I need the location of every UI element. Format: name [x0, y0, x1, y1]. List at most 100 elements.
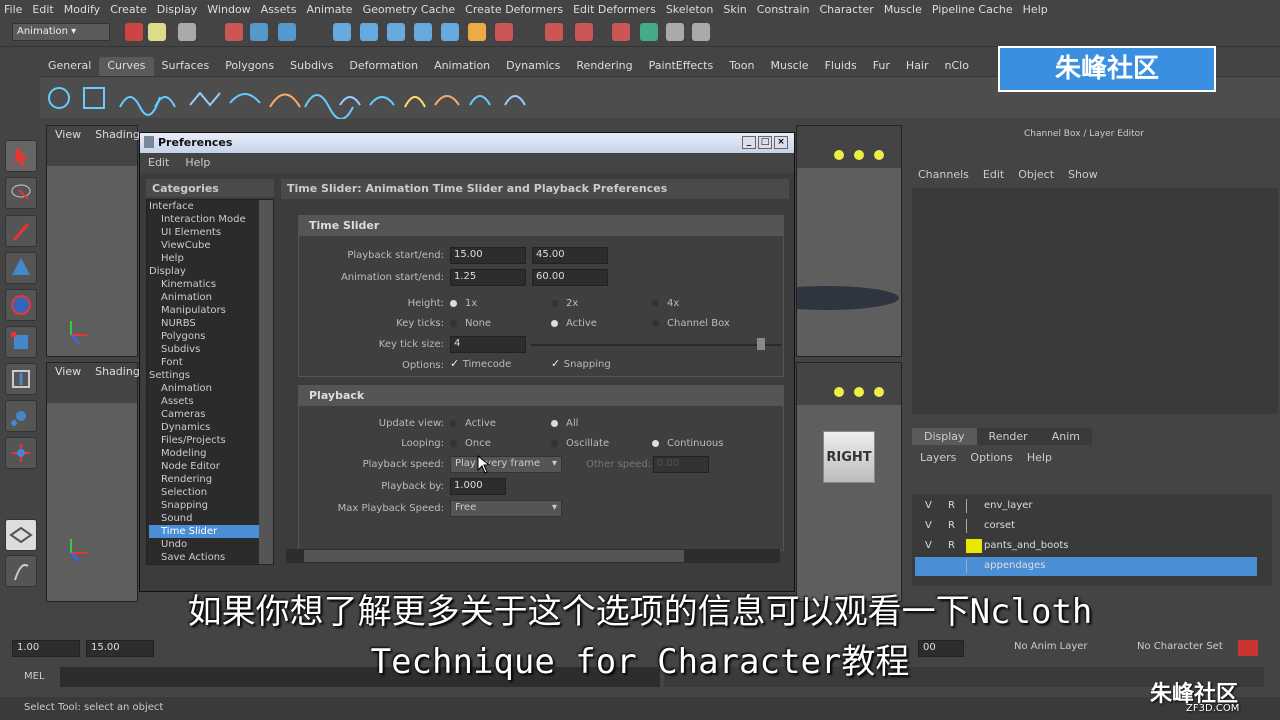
shelf-tab-muscle[interactable]: Muscle [762, 57, 816, 76]
ticksize-slider-handle[interactable] [757, 338, 765, 350]
time-slider-header[interactable]: Time Slider [299, 216, 783, 236]
pref-menu-edit[interactable]: Edit [148, 156, 169, 170]
category-font[interactable]: Font [149, 356, 259, 369]
radio-keyticks-active[interactable]: Active [551, 318, 597, 329]
viewport-bottom-right[interactable]: RIGHT [796, 362, 902, 602]
lasso-tool-icon[interactable] [5, 177, 37, 209]
minimize-button[interactable]: _ [742, 136, 756, 149]
animation-start-field[interactable]: 1.25 [450, 269, 526, 286]
layer-color-swatch[interactable] [966, 499, 982, 513]
ticksize-field[interactable]: 4 [450, 336, 526, 353]
status-tool-icon[interactable] [666, 23, 684, 41]
menu-display[interactable]: Display [157, 3, 198, 16]
curve-tools-icons[interactable] [40, 77, 560, 120]
menu-geometry-cache[interactable]: Geometry Cache [363, 3, 456, 16]
status-tool-icon[interactable] [545, 23, 563, 41]
maximize-button[interactable]: □ [758, 136, 772, 149]
status-tool-icon[interactable] [495, 23, 513, 41]
radio-keyticks-channel-box[interactable]: Channel Box [652, 318, 730, 329]
timecode-checkbox[interactable]: ✓ Timecode [450, 357, 511, 370]
menu-create[interactable]: Create [110, 3, 147, 16]
shelf-tab-hair[interactable]: Hair [898, 57, 937, 76]
category-manipulators[interactable]: Manipulators [149, 304, 259, 317]
category-subdivs[interactable]: Subdivs [149, 343, 259, 356]
radio-height-2x[interactable]: 2x [551, 298, 578, 309]
view-cube[interactable]: RIGHT [823, 431, 875, 483]
layer-row-pants-and-boots[interactable]: V Rpants_and_boots [915, 537, 1257, 556]
shelf-tab-curves[interactable]: Curves [99, 57, 154, 76]
menu-modify[interactable]: Modify [64, 3, 100, 16]
select-tool-icon[interactable] [5, 140, 37, 172]
menu-animate[interactable]: Animate [306, 3, 352, 16]
category-save-actions[interactable]: Save Actions [149, 551, 259, 564]
layer-visibility-toggle[interactable]: V [925, 520, 932, 531]
channel-menu-edit[interactable]: Edit [983, 168, 1004, 181]
shelf-tab-general[interactable]: General [40, 57, 99, 76]
menu-muscle[interactable]: Muscle [884, 3, 922, 16]
shelf-tab-painteffects[interactable]: PaintEffects [641, 57, 722, 76]
layer-row-appendages[interactable]: appendages [915, 557, 1257, 576]
category-interface[interactable]: Interface [149, 200, 259, 213]
move-tool-icon[interactable] [5, 252, 37, 284]
scrollbar-thumb[interactable] [304, 550, 684, 562]
category-help[interactable]: Help [149, 252, 259, 265]
menu-window[interactable]: Window [207, 3, 250, 16]
status-tool-icon[interactable] [360, 23, 378, 41]
other-speed-field[interactable]: 0.00 [653, 456, 709, 473]
status-tool-icon[interactable] [387, 23, 405, 41]
shelf-tab-fluids[interactable]: Fluids [817, 57, 865, 76]
playback-by-field[interactable]: 1.000 [450, 478, 506, 495]
status-tool-icon[interactable] [640, 23, 658, 41]
pref-menu-help[interactable]: Help [185, 156, 210, 170]
layer-menu-help[interactable]: Help [1027, 451, 1052, 464]
category-time-slider[interactable]: Time Slider [149, 525, 259, 538]
playback-start-field[interactable]: 15.00 [450, 247, 526, 264]
outliner-layout-icon[interactable] [5, 555, 37, 587]
layer-color-swatch[interactable] [966, 519, 982, 533]
viewport-top-left[interactable]: View Shading [46, 125, 140, 357]
shelf-tab-fur[interactable]: Fur [865, 57, 898, 76]
status-tool-icon[interactable] [178, 23, 196, 41]
layer-menu-options[interactable]: Options [970, 451, 1012, 464]
layer-tab-display[interactable]: Display [912, 428, 977, 445]
layer-visibility-toggle[interactable]: V [925, 540, 932, 551]
shelf-tab-deformation[interactable]: Deformation [341, 57, 426, 76]
close-button[interactable]: × [774, 136, 788, 149]
menu-file[interactable]: File [4, 3, 22, 16]
shelf-tab-toon[interactable]: Toon [721, 57, 762, 76]
category-assets[interactable]: Assets [149, 395, 259, 408]
viewport-top-right[interactable] [796, 125, 902, 357]
layout-single-icon[interactable] [5, 519, 37, 551]
shelf-tab-dynamics[interactable]: Dynamics [498, 57, 568, 76]
channel-menu-channels[interactable]: Channels [918, 168, 969, 181]
shelf-tab-polygons[interactable]: Polygons [217, 57, 282, 76]
radio-looping-continuous[interactable]: Continuous [652, 438, 723, 449]
viewport-bottom-left[interactable]: View Shading [46, 362, 140, 602]
view-menu-2[interactable]: View [55, 365, 81, 378]
shelf-tab-surfaces[interactable]: Surfaces [154, 57, 218, 76]
layer-color-swatch[interactable] [966, 539, 982, 553]
shading-menu-2[interactable]: Shading [95, 365, 140, 378]
category-nurbs[interactable]: NURBS [149, 317, 259, 330]
universal-manip-icon[interactable] [5, 363, 37, 395]
category-interaction-mode[interactable]: Interaction Mode [149, 213, 259, 226]
category-selection[interactable]: Selection [149, 486, 259, 499]
layer-tab-render[interactable]: Render [976, 428, 1040, 445]
shelf-tab-nclo[interactable]: nClo [937, 57, 977, 76]
category-snapping[interactable]: Snapping [149, 499, 259, 512]
menu-assets[interactable]: Assets [261, 3, 297, 16]
layer-visibility-toggle[interactable]: V [925, 500, 932, 511]
rotate-tool-icon[interactable] [5, 289, 37, 321]
layer-row-env-layer[interactable]: V Renv_layer [915, 497, 1257, 516]
menu-pipeline-cache[interactable]: Pipeline Cache [932, 3, 1013, 16]
category-display[interactable]: Display [149, 265, 259, 278]
categories-scrollbar[interactable] [259, 200, 273, 564]
category-animation[interactable]: Animation [149, 382, 259, 395]
menu-help[interactable]: Help [1023, 3, 1048, 16]
category-viewcube[interactable]: ViewCube [149, 239, 259, 252]
layer-render-toggle[interactable]: R [948, 500, 955, 511]
status-tool-icon[interactable] [441, 23, 459, 41]
ticksize-slider[interactable] [531, 344, 781, 346]
animation-end-field[interactable]: 60.00 [532, 269, 608, 286]
menu-create-deformers[interactable]: Create Deformers [465, 3, 563, 16]
